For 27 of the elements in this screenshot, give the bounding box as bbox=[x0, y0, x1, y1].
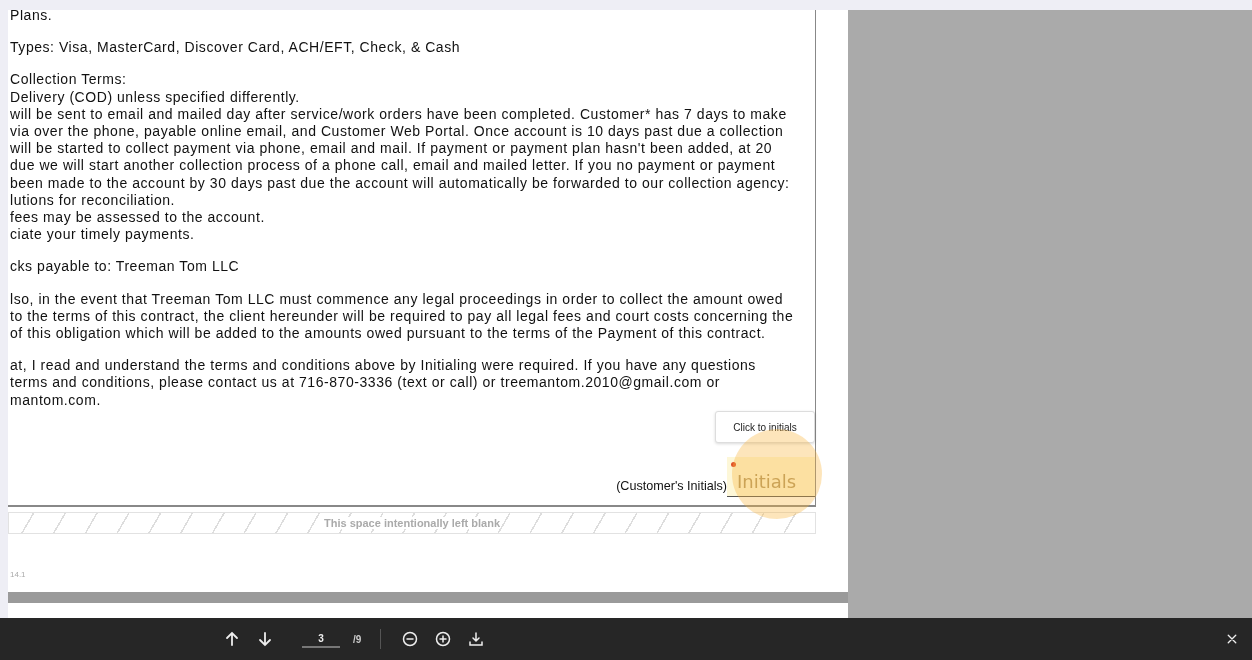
contract-text: lso, in the event that Treeman Tom LLC must commence any legal proceedings in order to collect the amount owed bbox=[10, 290, 785, 308]
contract-text: lutions for reconciliation. bbox=[10, 191, 177, 210]
close-button[interactable] bbox=[1226, 633, 1238, 645]
contract-text: due we will start another collection process of a phone call, email and mailed letter. If you no payment or payment bbox=[10, 157, 777, 175]
contract-text: cks payable to: Treeman Tom LLC bbox=[10, 258, 241, 276]
contract-text: of this obligation which will be added to the amounts owed pursuant to the terms of the Payment of this contract. bbox=[10, 325, 767, 343]
contract-text: Types: Visa, MasterCard, Discover Card, ACH/EFT, Check, & Cash bbox=[10, 39, 462, 57]
contract-text: Delivery (COD) unless specified differently. bbox=[10, 88, 301, 106]
page-count: /9 bbox=[353, 633, 362, 645]
page-number-field[interactable]: 3 bbox=[302, 630, 340, 648]
contract-text: Collection Terms: bbox=[10, 71, 128, 89]
contract-text: will be started to collect payment via phone, email and mail. If payment or payment plan hasn't been added, at 20 bbox=[10, 140, 774, 158]
initials-label: (Customer's Initials) bbox=[616, 479, 727, 493]
contract-text: terms and conditions, please contact us at 716-870-3336 (text or call) or treemantom.2010@gmail.com or bbox=[10, 374, 721, 392]
initials-field[interactable]: Initials bbox=[727, 457, 815, 497]
tooltip: Click to initials bbox=[715, 411, 815, 443]
contract-text: been made to the account by 30 days past due the account will automatically be forwarded to our collection agency: bbox=[10, 174, 791, 192]
contract-text: via over the phone, payable online email, and Customer Web Portal. Once account is 10 days past due a collection bbox=[10, 123, 785, 141]
contract-text: will be sent to email and mailed day after service/work orders have been completed. Customer* has 7 days to make bbox=[10, 105, 788, 123]
contract-text: ciate your timely payments. bbox=[10, 226, 196, 244]
contract-text: to the terms of this contract, the client hereunder will be required to pay all legal fees and court costs concerning the bbox=[10, 307, 795, 326]
contract-text: at, I read and understand the terms and conditions above by Initialing were required. If you have any questions bbox=[10, 357, 757, 375]
contract-text: Plans. bbox=[10, 10, 54, 25]
contract-text: fees may be assessed to the account. bbox=[10, 209, 266, 227]
contract-text: mantom.com. bbox=[10, 391, 102, 409]
blank-notice: This space intentionally left blank bbox=[323, 517, 500, 529]
footer-code: 14.1 bbox=[9, 570, 27, 579]
